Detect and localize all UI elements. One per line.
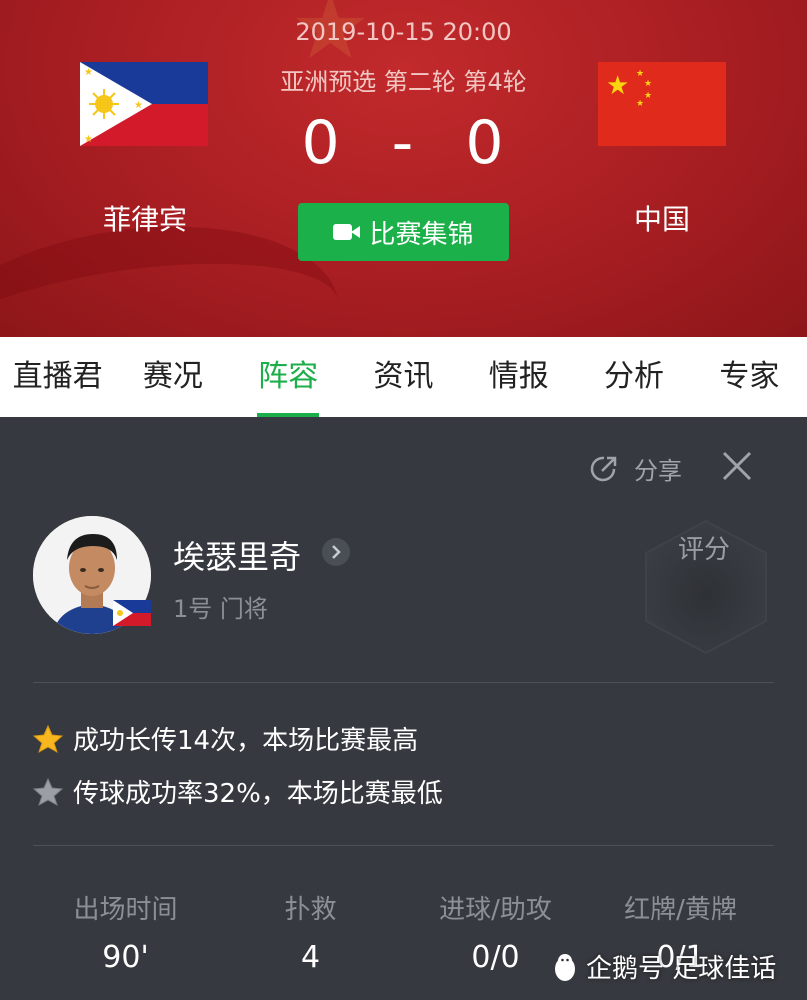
home-team-name[interactable]: 菲律宾 [45, 198, 245, 238]
svg-text:★: ★ [636, 69, 644, 79]
player-detail-panel: 分享 埃瑟里奇 1号 门将 评分 成功长传14次，本场比赛最高 传球成功率32%… [0, 417, 807, 1000]
tab-bar: 直播君 赛况 阵容 资讯 情报 分析 专家 [0, 337, 807, 417]
player-nationality-flag-icon [113, 600, 151, 626]
player-role: 1号 门将 [173, 595, 268, 623]
watermark: 企鹅号 足球佳话 [552, 948, 776, 985]
gold-star-icon [33, 724, 63, 753]
stat-saves: 扑救 4 [218, 889, 403, 975]
tab-match-status[interactable]: 赛况 [115, 337, 230, 417]
tab-lineup[interactable]: 阵容 [231, 337, 346, 417]
match-header: ★ 2019-10-15 20:00 亚洲预选 第二轮 第4轮 ★ ★ ★ ★ … [0, 0, 807, 337]
stat-label: 进球/助攻 [439, 895, 552, 925]
highlights-button-label: 比赛集锦 [369, 219, 474, 250]
highlights-button[interactable]: 比赛集锦 [298, 203, 509, 261]
stat-minutes: 出场时间 90' [33, 889, 218, 975]
share-icon [590, 456, 617, 481]
watermark-text: 企鹅号 足球佳话 [586, 954, 777, 984]
tab-intel[interactable]: 情报 [461, 337, 576, 417]
stat-label: 扑救 [284, 895, 337, 925]
gray-star-icon [33, 777, 63, 806]
away-score: 0 [465, 108, 506, 178]
stat-value: 4 [300, 940, 321, 975]
highlight-row: 成功长传14次，本场比赛最高 [33, 720, 418, 757]
penguin-icon [555, 953, 575, 981]
rating-label: 评分 [677, 535, 730, 565]
video-camera-icon [333, 222, 361, 242]
away-team-name[interactable]: 中国 [562, 198, 762, 238]
score-separator: - [391, 108, 416, 178]
match-datetime: 2019-10-15 20:00 [295, 18, 512, 46]
highlight-row: 传球成功率32%，本场比赛最低 [33, 773, 443, 810]
share-button[interactable]: 分享 [588, 451, 682, 486]
highlight-text: 成功长传14次，本场比赛最高 [73, 726, 419, 756]
svg-text:★: ★ [606, 71, 629, 101]
tab-live[interactable]: 直播君 [0, 337, 115, 417]
chevron-right-icon[interactable] [322, 538, 350, 566]
player-name[interactable]: 埃瑟里奇 [173, 532, 301, 578]
divider [33, 682, 774, 683]
stat-label: 出场时间 [73, 895, 178, 925]
stat-value: 90' [102, 940, 149, 975]
tab-experts[interactable]: 专家 [692, 337, 807, 417]
tab-analysis[interactable]: 分析 [576, 337, 691, 417]
svg-text:★: ★ [84, 67, 93, 78]
close-icon[interactable] [718, 447, 756, 485]
home-score: 0 [301, 108, 342, 178]
highlight-text: 传球成功率32%，本场比赛最低 [73, 779, 443, 809]
svg-text:★: ★ [644, 91, 652, 101]
match-score: 0-0 [0, 108, 807, 178]
svg-text:★: ★ [644, 79, 652, 89]
divider [33, 845, 774, 846]
stat-label: 红牌/黄牌 [624, 895, 737, 925]
tab-news[interactable]: 资讯 [346, 337, 461, 417]
share-label: 分享 [634, 457, 682, 485]
